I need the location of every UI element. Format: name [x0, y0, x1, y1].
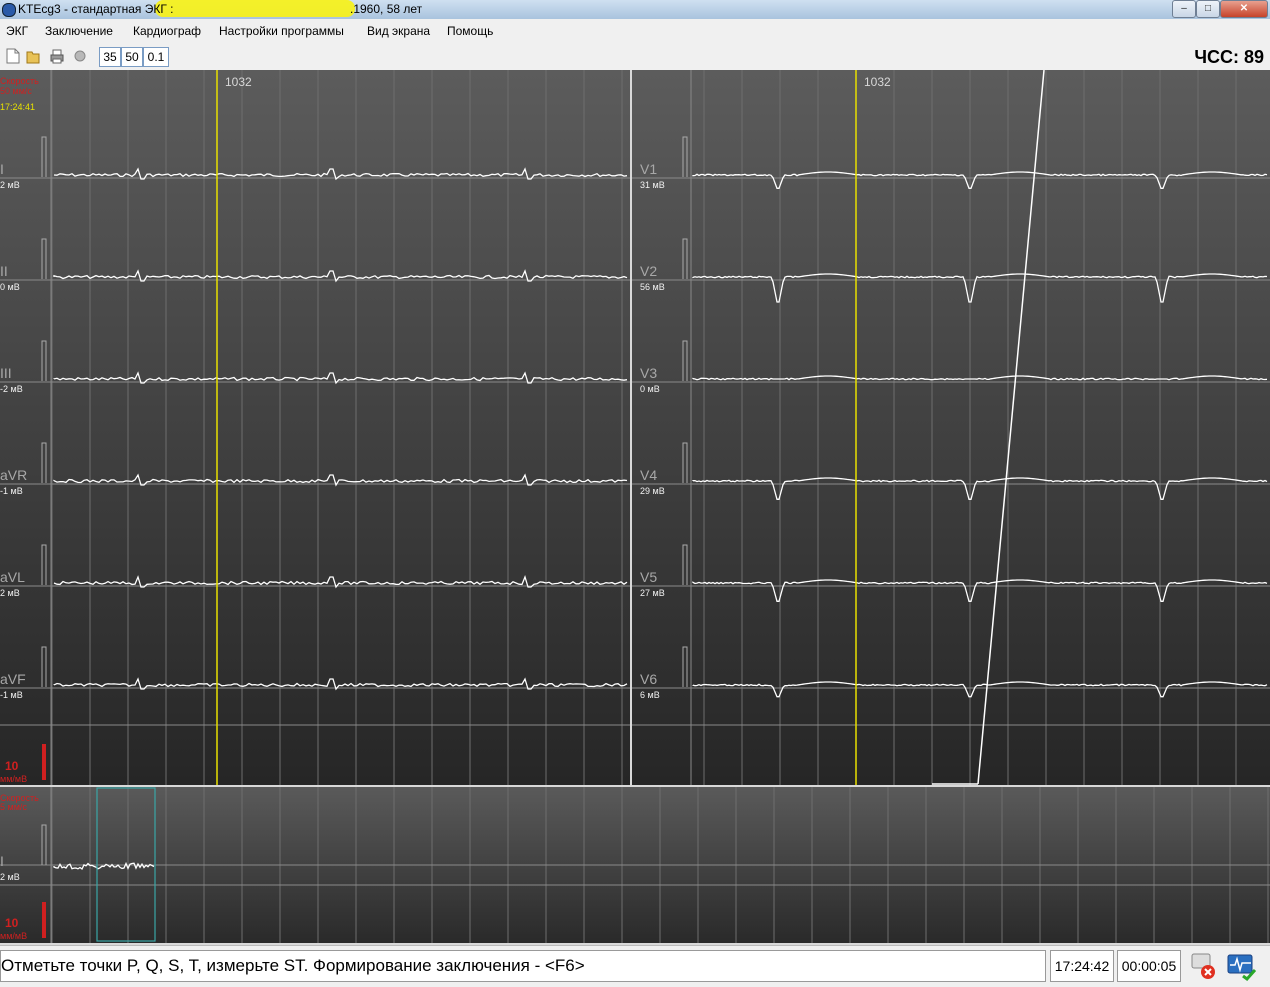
- lead-aVR-name: aVR: [0, 467, 28, 483]
- lead-trace-V2: [692, 273, 1268, 303]
- lead-V4-scale: 29 мВ: [640, 486, 665, 496]
- status-bar: Отметьте точки P, Q, S, T, измерьте ST. …: [0, 945, 1270, 987]
- calibration-pulse: [41, 238, 47, 279]
- window-title-suffix: .1960, 58 лет: [350, 2, 423, 16]
- redaction-highlight: [155, 0, 355, 17]
- lead-II-scale: 0 мВ: [0, 282, 20, 292]
- setting-box-3[interactable]: 0.1: [143, 47, 169, 67]
- overview-lead-name: I: [0, 853, 4, 869]
- calibration-pulse: [41, 340, 47, 381]
- heart-rate-label: ЧСС: 89: [1194, 47, 1264, 67]
- lead-aVF-name: aVF: [0, 671, 26, 687]
- status-elapsed: 00:00:05: [1117, 950, 1181, 982]
- status-time: 17:24:42: [1050, 950, 1114, 982]
- amplitude-unit: мм/мВ: [0, 774, 28, 784]
- ecg-grid: [632, 70, 1270, 785]
- chest-leads-panel[interactable]: 1032 V1 31 мВ V2 56 мВ V3 0 мВ V4 29 мВ …: [632, 70, 1270, 785]
- calibration-pulse: [41, 824, 47, 865]
- lead-I-scale: 2 мВ: [0, 180, 20, 190]
- calibration-pulse: [41, 544, 47, 585]
- minimize-button[interactable]: –: [1172, 0, 1196, 18]
- lead-trace-V3: [692, 375, 1268, 381]
- calibration-pulse: [682, 238, 688, 279]
- maximize-button[interactable]: □: [1196, 0, 1220, 18]
- overview-amplitude-unit: мм/мВ: [0, 931, 28, 941]
- status-message: Отметьте точки P, Q, S, T, измерьте ST. …: [0, 950, 1046, 982]
- toolbar: 35 50 0.1 ЧСС: 89: [0, 43, 1270, 70]
- lead-V6-scale: 6 мВ: [640, 690, 660, 700]
- calibration-pulse: [41, 136, 47, 177]
- title-bar: KTEcg3 - стандартная ЭКГ : .1960, 58 лет…: [0, 0, 1270, 19]
- device-disconnected-icon[interactable]: [1186, 950, 1218, 982]
- lead-V5-scale: 27 мВ: [640, 588, 665, 598]
- menu-program-settings[interactable]: Настройки программы: [219, 24, 344, 38]
- marker-left-label: 1032: [225, 75, 252, 89]
- setting-box-2[interactable]: 50: [121, 47, 143, 67]
- lead-aVL-name: aVL: [0, 569, 25, 585]
- calibration-pulse: [682, 544, 688, 585]
- calibration-pulse: [41, 646, 47, 687]
- limb-leads-panel[interactable]: Скорость 50 мм/с 17:24:41 1032 I 2 мВ II…: [0, 70, 630, 785]
- lead-V2-scale: 56 мВ: [640, 282, 665, 292]
- lead-V4-name: V4: [640, 467, 658, 483]
- calibration-pulse: [682, 646, 688, 687]
- lead-V6-name: V6: [640, 671, 658, 687]
- lead-trace-V6: [692, 681, 1268, 698]
- overview-strip-panel[interactable]: Скорость 5 мм/с I 2 мВ 10 мм/мВ: [0, 787, 1270, 943]
- lead-III-name: III: [0, 365, 12, 381]
- lead-I-name: I: [0, 161, 4, 177]
- amplitude-marker: [42, 744, 46, 780]
- ecg-grid: [0, 70, 630, 785]
- menu-help[interactable]: Помощь: [447, 24, 493, 38]
- menu-bar: ЭКГ Заключение Кардиограф Настройки прог…: [0, 19, 1270, 44]
- lead-V2-name: V2: [640, 263, 658, 279]
- lead-V5-name: V5: [640, 569, 658, 585]
- overview-speed-value: 5 мм/с: [0, 802, 27, 812]
- print-icon[interactable]: [50, 48, 64, 64]
- menu-ecg[interactable]: ЭКГ: [6, 24, 28, 38]
- lead-aVL-scale: 2 мВ: [0, 588, 20, 598]
- lead-II-name: II: [0, 263, 8, 279]
- speed-label: Скорость: [0, 76, 39, 86]
- overview-trace: [53, 861, 155, 871]
- calibration-pulse: [682, 442, 688, 483]
- menu-cardiograph[interactable]: Кардиограф: [133, 24, 201, 38]
- overview-lead-scale: 2 мВ: [0, 872, 20, 882]
- monitor-signal-icon[interactable]: [1225, 950, 1257, 982]
- calibration-pulse: [682, 340, 688, 381]
- amplitude-value: 10: [5, 759, 19, 773]
- lead-trace-V1: [692, 171, 1268, 189]
- app-icon: [2, 3, 16, 17]
- lead-V1-name: V1: [640, 161, 658, 177]
- menu-conclusion[interactable]: Заключение: [45, 24, 113, 38]
- record-time: 17:24:41: [0, 102, 36, 112]
- marker-right-label: 1032: [864, 75, 891, 89]
- close-button[interactable]: ✕: [1220, 0, 1268, 18]
- lead-V1-scale: 31 мВ: [640, 180, 665, 190]
- calibration-pulse: [41, 442, 47, 483]
- lead-III-scale: -2 мВ: [0, 384, 23, 394]
- lead-aVF-scale: -1 мВ: [0, 690, 23, 700]
- ecg-grid: [0, 787, 1270, 943]
- new-file-icon[interactable]: [6, 48, 20, 64]
- window-title: KTEcg3 - стандартная ЭКГ :: [18, 2, 174, 16]
- overview-amplitude-value: 10: [5, 916, 19, 930]
- lead-V3-name: V3: [640, 365, 658, 381]
- lead-aVR-scale: -1 мВ: [0, 486, 23, 496]
- speed-value: 50 мм/с: [0, 86, 32, 96]
- menu-screen-view[interactable]: Вид экрана: [367, 24, 430, 38]
- lead-V3-scale: 0 мВ: [640, 384, 660, 394]
- record-icon[interactable]: [73, 48, 87, 64]
- calibration-pulse: [682, 136, 688, 177]
- setting-box-1[interactable]: 35: [99, 47, 121, 67]
- open-folder-icon[interactable]: [26, 48, 40, 64]
- overview-amplitude-marker: [42, 902, 46, 938]
- lead-trace-V4: [692, 477, 1268, 500]
- lead-trace-V5: [692, 579, 1268, 602]
- sweep-line: [977, 70, 1045, 785]
